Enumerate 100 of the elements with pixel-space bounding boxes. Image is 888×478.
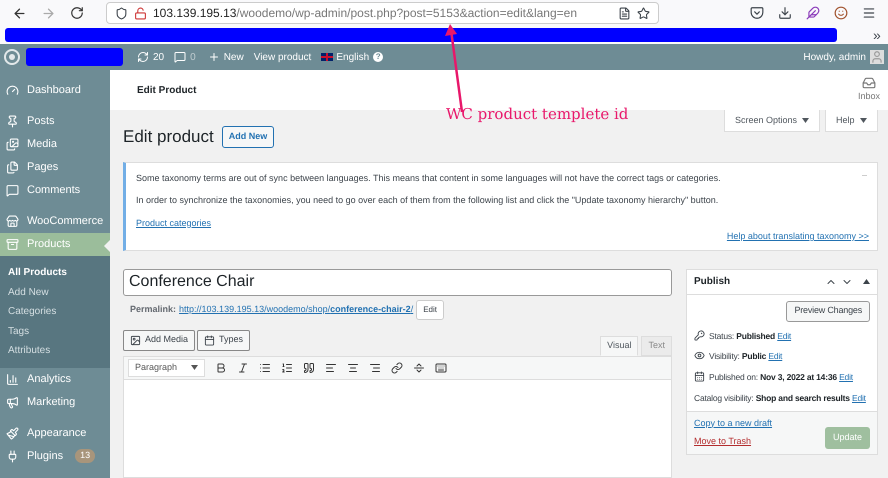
key-icon: [694, 330, 705, 340]
screen-options-button[interactable]: Screen Options: [724, 110, 820, 132]
menu-icon[interactable]: [862, 6, 876, 20]
updates-count[interactable]: 20: [153, 50, 164, 64]
trash-link[interactable]: Move to Trash: [694, 435, 772, 448]
format-select[interactable]: Paragraph: [128, 358, 205, 376]
url-text: 103.139.195.13/woodemo/wp-admin/post.php?post=5153&action=edit&lang=en: [153, 5, 577, 22]
sidebar-item[interactable]: Analytics: [0, 368, 110, 390]
sidebar-item[interactable]: Products: [0, 233, 110, 256]
help-translating-link[interactable]: Help about translating taxonomy >>: [726, 230, 869, 244]
notice-text: Some taxonomy terms are out of sync between languages. This means that content in some languages will not have the correct tags or categories.: [136, 172, 721, 185]
images-icon: [6, 138, 19, 151]
comments-icon[interactable]: [174, 51, 186, 63]
add-media-button[interactable]: Add Media: [123, 330, 196, 350]
permalink-label: Permalink:: [130, 302, 176, 316]
caret-down-icon[interactable]: [860, 118, 867, 123]
types-button[interactable]: Types: [197, 330, 250, 350]
view-product-link[interactable]: View product: [254, 50, 312, 64]
bold-icon[interactable]: [215, 362, 227, 374]
publish-setting: Catalog visibility: Shop and search results Edit: [694, 392, 866, 404]
updates-icon[interactable]: [137, 51, 149, 63]
align-center-icon[interactable]: [347, 362, 359, 374]
sidebar-item[interactable]: Dashboard: [0, 79, 110, 102]
download-icon[interactable]: [778, 6, 792, 20]
plug-icon: [6, 450, 19, 462]
sidebar-item[interactable]: Posts: [0, 110, 110, 133]
pocket-icon[interactable]: [750, 6, 764, 20]
title-field[interactable]: Conference Chair: [123, 268, 672, 296]
sidebar-item[interactable]: Comments: [0, 179, 110, 202]
wordpress-logo[interactable]: [4, 49, 20, 65]
numbered-list-icon[interactable]: [281, 362, 293, 374]
sidebar-item[interactable]: Pages: [0, 156, 110, 179]
insecure-lock-icon: [134, 6, 147, 20]
archive-icon: [6, 238, 19, 251]
collapse-icon[interactable]: [863, 279, 870, 284]
help-button[interactable]: Help: [825, 110, 878, 132]
header-title: Edit Product: [137, 84, 196, 98]
submenu-item[interactable]: Attributes: [0, 341, 110, 360]
eye-icon: [694, 350, 705, 362]
count-badge: 13: [75, 449, 96, 463]
submenu-item[interactable]: Add New: [0, 282, 110, 302]
pages-icon: [6, 161, 19, 174]
caret-down-icon[interactable]: [802, 118, 809, 123]
preview-changes-button[interactable]: Preview Changes: [786, 300, 870, 322]
gauge-icon: [6, 84, 19, 97]
link-icon[interactable]: [391, 362, 403, 374]
product-categories-link[interactable]: Product categories: [136, 218, 212, 228]
paintbrush-icon: [6, 426, 19, 440]
language-switcher[interactable]: English: [336, 50, 370, 64]
sidebar-item[interactable]: WooCommerce: [0, 210, 110, 233]
pin-icon: [6, 115, 19, 128]
sidebar-item[interactable]: Marketing: [0, 390, 110, 414]
calendar-icon: [694, 371, 705, 382]
reader-view-icon[interactable]: [618, 6, 631, 20]
megaphone-icon: [6, 396, 19, 408]
sidebar-item[interactable]: Media: [0, 133, 110, 156]
keyboard-icon[interactable]: [435, 362, 447, 374]
read-more-icon[interactable]: [413, 362, 425, 374]
align-right-icon[interactable]: [369, 362, 381, 374]
edit-link[interactable]: Edit: [777, 330, 792, 340]
star-icon[interactable]: [637, 6, 650, 20]
inbox-button[interactable]: Inbox: [858, 76, 880, 104]
edit-link[interactable]: Edit: [852, 392, 866, 403]
comments-count[interactable]: 0: [190, 50, 196, 64]
editor-tab[interactable]: Text: [641, 336, 672, 356]
caret-down-icon[interactable]: [191, 365, 198, 370]
sidebar-item[interactable]: Plugins 13: [0, 444, 110, 468]
submenu-item[interactable]: Tags: [0, 322, 110, 341]
dismiss-button[interactable]: –: [862, 168, 867, 182]
quote-icon[interactable]: [303, 362, 315, 374]
feather-icon[interactable]: [806, 6, 820, 20]
profile-icon[interactable]: [834, 6, 848, 20]
submenu-item[interactable]: All Products: [0, 263, 110, 282]
speech-bubble-icon: [6, 184, 19, 197]
permalink-url[interactable]: http://103.139.195.13/woodemo/shop/conference-chair-2/: [179, 302, 414, 316]
notice-text: In order to synchronize the taxonomies, you need to go over each of them from the following list and click the "Update taxonomy hierarchy" button.: [136, 194, 718, 207]
help-badge[interactable]: ?: [373, 52, 384, 62]
overflow-chevrons[interactable]: »: [873, 28, 881, 42]
annotation-text: WC product templete id: [446, 104, 628, 125]
add-new-button[interactable]: Add New: [222, 126, 274, 148]
publish-setting: Published on: Nov 3, 2022 at 14:36 Edit: [709, 371, 853, 384]
copy-draft-link[interactable]: Copy to a new draft: [694, 416, 772, 430]
calendar-icon: [204, 334, 216, 346]
reload-icon[interactable]: [70, 6, 84, 20]
uk-flag-icon: [321, 53, 334, 61]
plus-icon[interactable]: [208, 51, 220, 63]
sidebar-item[interactable]: Appearance: [0, 422, 110, 444]
greeting-link[interactable]: Howdy, admin: [803, 50, 866, 64]
submenu-item[interactable]: Categories: [0, 302, 110, 322]
back-icon[interactable]: [12, 6, 27, 20]
italic-icon[interactable]: [237, 362, 249, 374]
address-bar[interactable]: 103.139.195.13/woodemo/wp-admin/post.php?post=5153&action=edit&lang=en: [106, 2, 659, 24]
align-left-icon[interactable]: [325, 362, 337, 374]
shield-icon: [115, 6, 128, 20]
edit-link[interactable]: Edit: [768, 351, 782, 362]
permalink-edit-button[interactable]: Edit: [416, 300, 444, 320]
edit-link[interactable]: Edit: [839, 372, 853, 382]
editor-tab[interactable]: Visual: [600, 336, 638, 356]
page-title: Edit product: [123, 126, 214, 148]
new-link[interactable]: New: [224, 50, 244, 64]
